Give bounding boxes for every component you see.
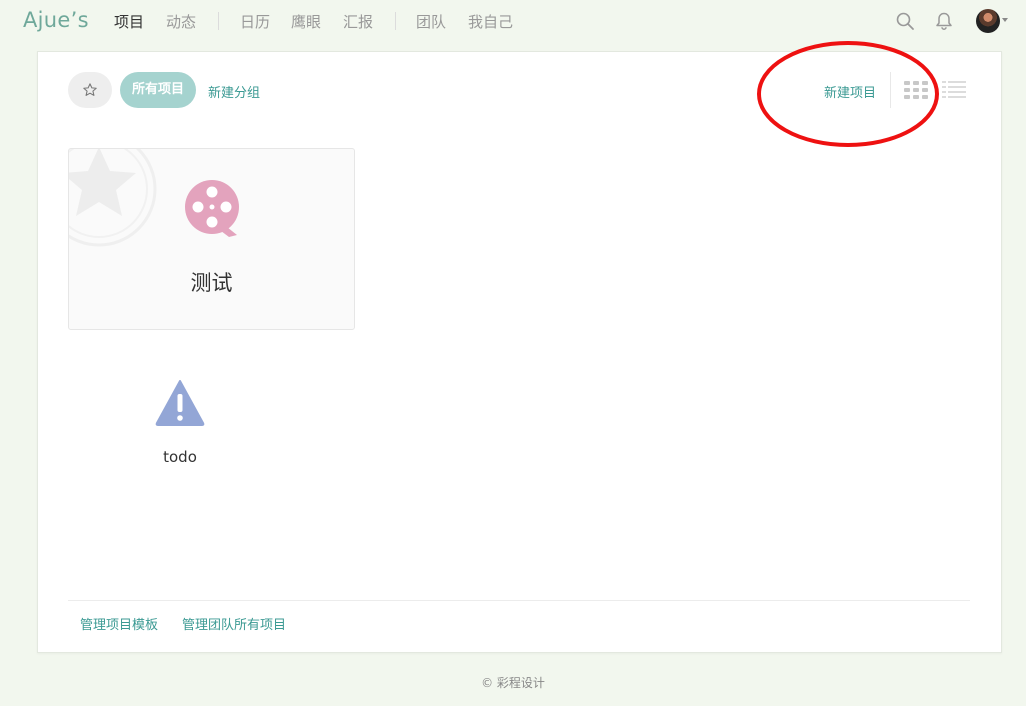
annotation-circle bbox=[757, 41, 939, 147]
film-reel-icon bbox=[185, 180, 239, 237]
nav-report[interactable]: 汇报 bbox=[343, 11, 373, 32]
nav-calendar[interactable]: 日历 bbox=[240, 11, 270, 32]
nav-separator bbox=[395, 12, 396, 30]
warning-icon[interactable] bbox=[155, 379, 205, 427]
manage-team-projects-link[interactable]: 管理团队所有项目 bbox=[182, 614, 286, 633]
nav-separator bbox=[218, 12, 219, 30]
star-watermark-icon bbox=[69, 149, 157, 247]
avatar[interactable] bbox=[976, 9, 1000, 33]
all-projects-tab[interactable]: 所有项目 bbox=[120, 72, 197, 108]
copyright: © 彩程设计 bbox=[481, 676, 545, 690]
todo-item-label[interactable]: todo bbox=[138, 448, 222, 466]
nav-activity[interactable]: 动态 bbox=[166, 11, 196, 32]
brand-logo[interactable]: Ajue’s bbox=[23, 8, 89, 32]
search-icon[interactable] bbox=[895, 11, 915, 31]
new-group-link[interactable]: 新建分组 bbox=[208, 82, 260, 101]
starred-filter-button[interactable] bbox=[68, 72, 112, 108]
footer-divider bbox=[68, 600, 970, 601]
top-nav: Ajue’s 项目 动态 日历 鹰眼 汇报 团队 我自己 bbox=[0, 0, 1026, 42]
nav-projects[interactable]: 项目 bbox=[114, 11, 144, 32]
project-title: 测试 bbox=[190, 271, 233, 295]
star-icon bbox=[83, 83, 97, 96]
list-icon[interactable] bbox=[942, 81, 966, 99]
nav-myself[interactable]: 我自己 bbox=[468, 11, 513, 32]
nav-team[interactable]: 团队 bbox=[416, 11, 446, 32]
project-card[interactable]: 测试 bbox=[68, 148, 355, 330]
bell-icon[interactable] bbox=[934, 11, 954, 31]
chevron-down-icon[interactable] bbox=[1002, 18, 1008, 22]
nav-hawkeye[interactable]: 鹰眼 bbox=[291, 11, 321, 32]
manage-templates-link[interactable]: 管理项目模板 bbox=[80, 614, 158, 633]
